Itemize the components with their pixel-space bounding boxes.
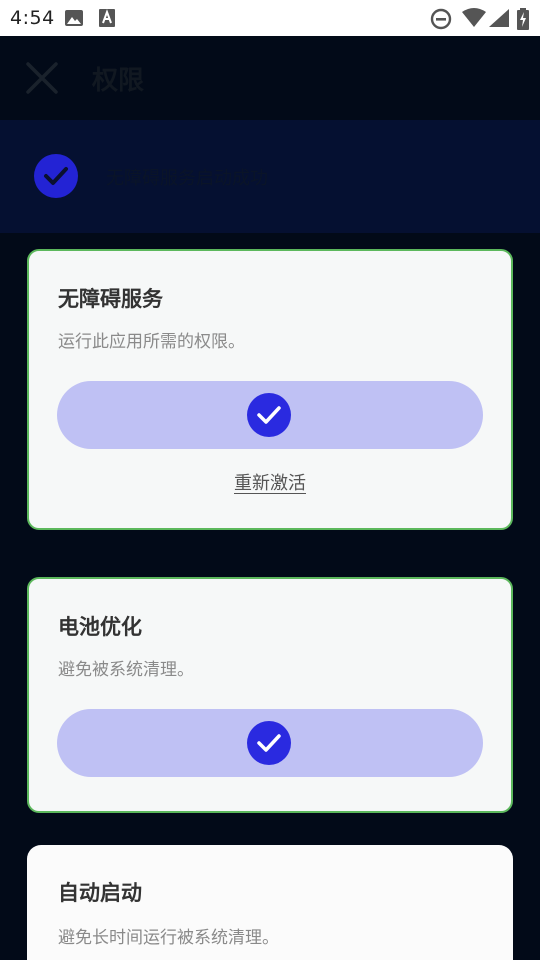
battery-optimization-toggle-button[interactable] xyxy=(57,709,483,777)
card-title: 电池优化 xyxy=(58,615,142,639)
card-description: 避免被系统清理。 xyxy=(58,660,194,680)
check-circle-icon xyxy=(246,720,292,766)
card-title: 自动启动 xyxy=(58,881,142,905)
banner-message: 无障碍服务启动成功 xyxy=(106,168,268,189)
top-app-bar: 权限 xyxy=(0,36,540,120)
image-icon xyxy=(64,8,84,32)
page-title: 权限 xyxy=(92,66,145,96)
card-title: 无障碍服务 xyxy=(58,287,163,311)
permissions-screen: 权限 无障碍服务启动成功 无障碍服务 运行此应用所需的权限。 重新激活 电池优化… xyxy=(0,36,540,960)
status-bar: 4:54 xyxy=(0,0,540,36)
card-description: 避免长时间运行被系统清理。 xyxy=(58,928,279,948)
accessibility-toggle-button[interactable] xyxy=(57,381,483,449)
card-description: 运行此应用所需的权限。 xyxy=(58,332,245,352)
success-banner: 无障碍服务启动成功 xyxy=(0,120,540,233)
signal-icon xyxy=(488,8,510,32)
battery-charging-icon xyxy=(517,8,529,34)
reactivate-link[interactable]: 重新激活 xyxy=(29,469,511,495)
close-icon[interactable] xyxy=(24,60,60,96)
dnd-icon xyxy=(430,8,452,34)
auto-start-card: 自动启动 避免长时间运行被系统清理。 xyxy=(27,845,513,960)
a-notification-icon xyxy=(98,8,116,32)
check-circle-icon xyxy=(34,154,78,198)
wifi-icon xyxy=(462,8,486,32)
check-circle-icon xyxy=(246,392,292,438)
accessibility-service-card: 无障碍服务 运行此应用所需的权限。 重新激活 xyxy=(27,249,513,530)
status-time: 4:54 xyxy=(10,7,55,29)
battery-optimization-card: 电池优化 避免被系统清理。 xyxy=(27,577,513,813)
